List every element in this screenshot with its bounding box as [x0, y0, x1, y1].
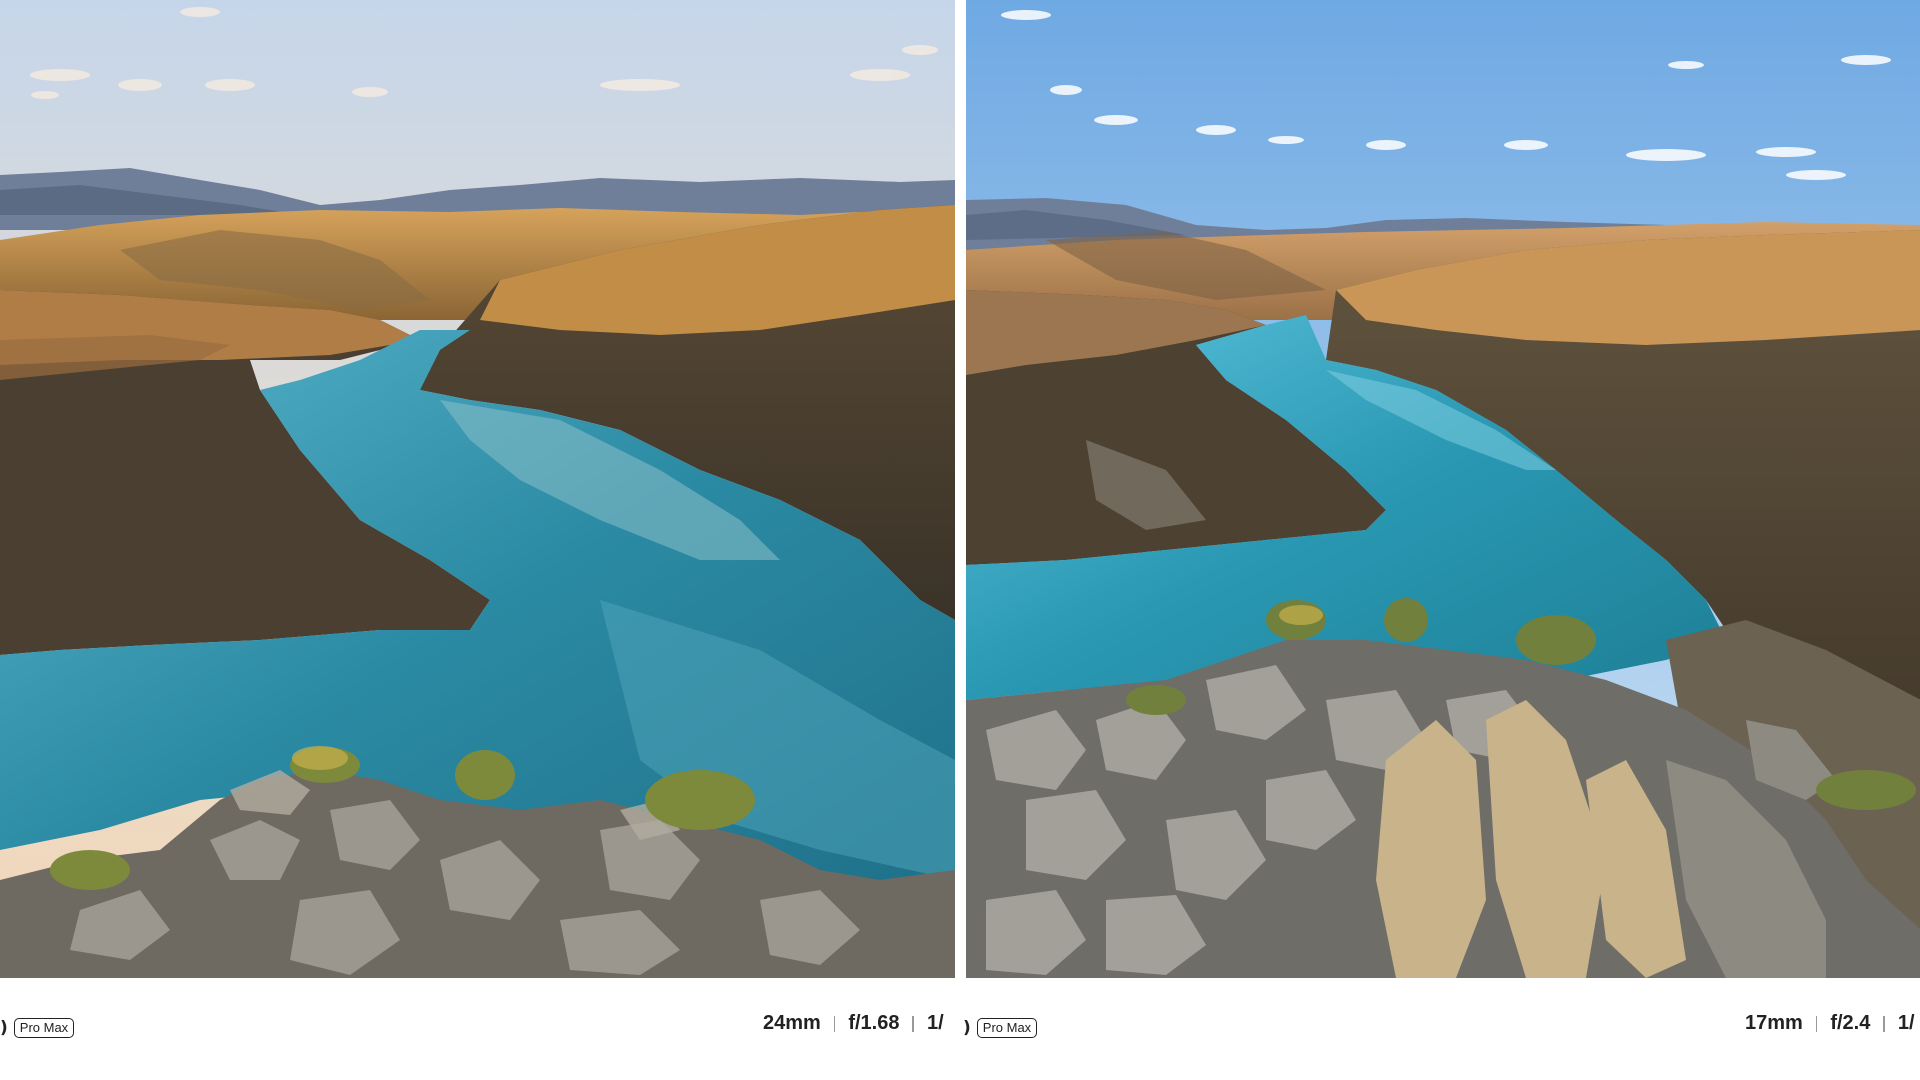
right-exif-separator-2: [1883, 1015, 1885, 1032]
right-aperture: f/2.4: [1830, 1012, 1871, 1034]
comparison-page: ) Pro Max 24mm f/1.68 1/ ) Pro Max 17mm …: [0, 0, 1920, 1080]
right-exif-info: 17mm f/2.4 1/: [1745, 1012, 1915, 1035]
right-device-label: ) Pro Max: [963, 1017, 1038, 1038]
camera-mark-icon: ): [0, 1017, 8, 1038]
right-photo-panel: [966, 0, 1920, 1080]
right-focal-length: 17mm: [1745, 1012, 1803, 1034]
panel-divider: [955, 0, 966, 978]
camera-mark-icon: ): [963, 1017, 971, 1038]
left-exif-separator-1: [833, 1015, 836, 1032]
left-landscape-photo: [0, 0, 955, 978]
left-exif-separator-2: [912, 1015, 914, 1032]
left-shutter: 1/: [926, 1012, 944, 1034]
left-exif-info: 24mm f/1.68 1/: [763, 1012, 944, 1035]
right-shutter: 1/: [1897, 1012, 1915, 1034]
left-focal-length: 24mm: [763, 1012, 821, 1034]
left-pro-max-badge: Pro Max: [13, 1018, 75, 1038]
left-aperture: f/1.68: [848, 1012, 900, 1034]
right-landscape-photo: [966, 0, 1920, 978]
right-pro-max-badge: Pro Max: [976, 1018, 1038, 1038]
left-device-label: ) Pro Max: [0, 1017, 75, 1038]
left-photo-panel: [0, 0, 955, 1080]
right-exif-separator-1: [1815, 1015, 1818, 1032]
